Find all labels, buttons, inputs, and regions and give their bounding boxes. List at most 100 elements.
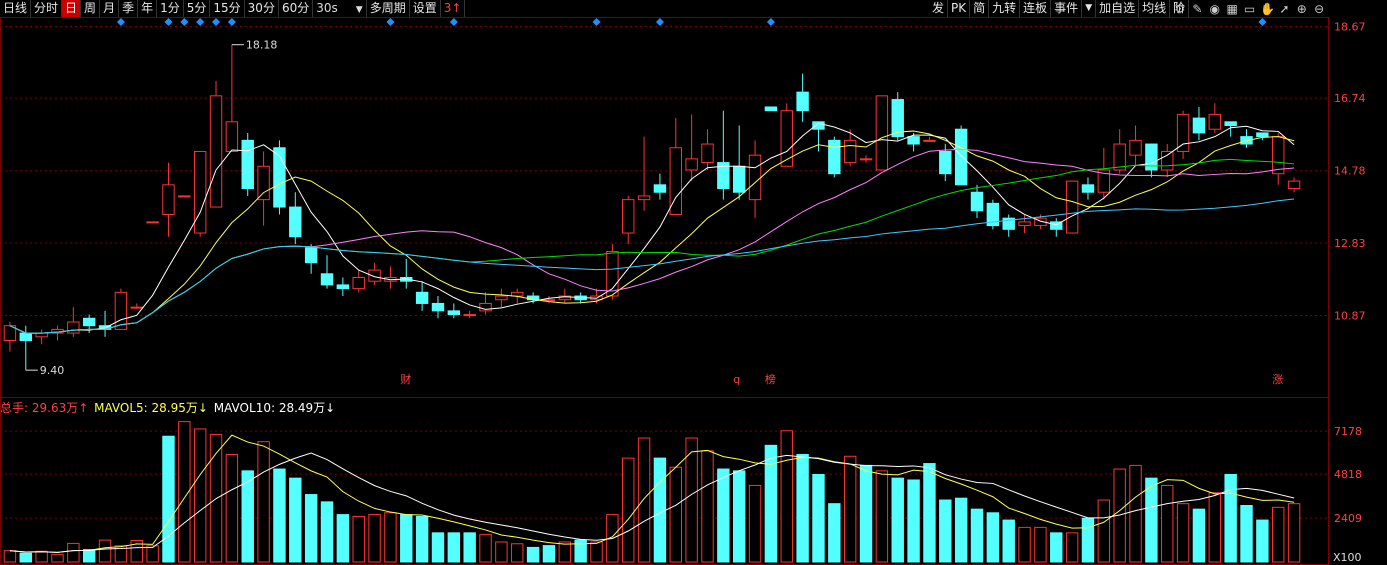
alert-indicator[interactable]: 3↑ <box>441 0 466 17</box>
calendar-icon[interactable]: ▦ <box>1225 2 1239 16</box>
right-tool-3[interactable]: 九转 <box>989 0 1021 17</box>
volume-bar <box>558 541 572 563</box>
event-dropdown-icon[interactable]: ▼ <box>1082 0 1097 17</box>
period-tab-5[interactable]: 季 <box>119 0 139 17</box>
price-tick-label: 12.83 <box>1334 237 1366 250</box>
volume-bar <box>400 514 413 563</box>
candle-body <box>447 310 461 316</box>
right-tool-2[interactable]: 简 <box>970 0 990 17</box>
period-tab-11[interactable]: 60分 <box>279 0 314 17</box>
cursor-icon[interactable]: ➚ <box>1277 2 1291 16</box>
right-tool-1[interactable]: PK <box>948 0 971 17</box>
info-marker-icon <box>766 18 775 26</box>
candle-body <box>320 273 334 286</box>
settings-icon[interactable]: ⚙ <box>1173 2 1187 16</box>
volume-bar <box>3 550 17 563</box>
volume-tick-label: 7178 <box>1334 425 1362 438</box>
volume-bar <box>368 514 381 563</box>
candle-body <box>304 247 318 264</box>
mavol10-value: MAVOL10: 28.49万↓ <box>213 401 336 415</box>
candle-body <box>82 317 96 327</box>
volume-bar <box>1161 484 1174 563</box>
candle-body <box>622 199 635 234</box>
candle-body <box>257 165 270 201</box>
ma-line-button[interactable]: 均线 <box>1139 0 1171 17</box>
price-tick-label: 14.78 <box>1334 165 1366 178</box>
eye-icon[interactable]: ◉ <box>1208 2 1222 16</box>
candle-body <box>796 91 809 112</box>
settings-button[interactable]: 设置 <box>410 0 441 17</box>
volume-bar <box>241 470 254 563</box>
volume-bar <box>162 435 175 563</box>
volume-bar <box>875 470 889 563</box>
volume-bar <box>780 430 793 563</box>
volume-bar <box>1129 464 1142 563</box>
display-icon[interactable]: ▭ <box>1243 2 1257 16</box>
stock-chart[interactable]: 18.67 16.74 14.78 12.83 10.87 7178 4818 2409 X10… <box>0 0 1387 565</box>
volume-bar <box>954 497 968 563</box>
volume-bar <box>812 474 825 563</box>
volume-bar <box>98 539 112 563</box>
candle-body <box>1272 136 1285 175</box>
volume-bar <box>1050 532 1063 563</box>
candle-body <box>368 269 381 282</box>
candle-body <box>431 302 445 312</box>
candle-body <box>1208 113 1222 130</box>
volume-bar <box>67 542 80 563</box>
volume-bar <box>1145 477 1158 563</box>
volume-bar <box>1208 492 1222 563</box>
candle-body <box>701 143 714 164</box>
candle-body <box>1224 121 1237 127</box>
high-label: 18.18 <box>246 39 278 52</box>
candle-body <box>495 295 508 301</box>
candle-body <box>463 314 476 317</box>
right-tool-4[interactable]: 连板 <box>1020 0 1052 17</box>
candle-body <box>1081 184 1095 193</box>
hand-icon[interactable]: ✋ <box>1260 2 1275 16</box>
candle-body <box>1161 150 1174 171</box>
volume-bar <box>843 455 857 563</box>
brush-icon[interactable]: ✎ <box>1190 2 1204 16</box>
period-tab-3[interactable]: 周 <box>81 0 101 17</box>
volume-bar <box>939 499 952 563</box>
volume-bar <box>1065 532 1079 563</box>
candle-body <box>859 158 873 161</box>
period-tab-2[interactable]: 日 <box>62 0 82 17</box>
period-tab-10[interactable]: 30分 <box>245 0 279 17</box>
period-tab-6[interactable]: 年 <box>138 0 158 17</box>
volume-bar <box>1192 508 1206 563</box>
volume-bar <box>511 543 524 563</box>
period-tab-9[interactable]: 15分 <box>210 0 245 17</box>
volume-bar <box>859 464 873 563</box>
volume-bar <box>225 453 239 563</box>
volume-bar <box>1034 526 1047 563</box>
volume-bar <box>35 550 48 563</box>
candle-body <box>162 184 175 215</box>
total-volume: 总手: 29.63万↑ <box>0 401 89 415</box>
candle-body <box>289 206 302 238</box>
period-tab-7[interactable]: 1分 <box>157 0 184 17</box>
event-marker: 涨 <box>1272 373 1283 386</box>
right-tool-0[interactable]: 发 <box>929 0 949 17</box>
period-tab-0[interactable]: 日线 <box>0 0 32 17</box>
volume-bar <box>637 437 651 563</box>
volume-bar <box>590 541 603 563</box>
volume-bar <box>1256 519 1269 563</box>
right-tool-5[interactable]: 事件 <box>1051 0 1083 17</box>
period-tab-8[interactable]: 5分 <box>184 0 211 17</box>
volume-info: 总手: 29.63万↑ MAVOL5: 28.95万↓ MAVOL10: 28.… <box>0 400 335 416</box>
zoom-out-icon[interactable]: ⊖ <box>1312 2 1326 16</box>
candle-body <box>352 276 365 290</box>
add-watch-button[interactable]: 加自选 <box>1096 0 1140 17</box>
period-select[interactable]: 30s ▼ <box>313 0 367 17</box>
period-tab-1[interactable]: 分时 <box>31 0 63 17</box>
multi-period-button[interactable]: 多周期 <box>367 0 410 17</box>
period-tab-4[interactable]: 月 <box>100 0 120 17</box>
candle-body <box>653 184 667 193</box>
candle-body <box>336 284 350 290</box>
volume-bar <box>146 545 159 563</box>
event-marker: q <box>733 373 740 386</box>
volume-bar <box>1240 504 1253 563</box>
zoom-in-icon[interactable]: ⊕ <box>1295 2 1309 16</box>
volume-bar <box>717 468 730 563</box>
